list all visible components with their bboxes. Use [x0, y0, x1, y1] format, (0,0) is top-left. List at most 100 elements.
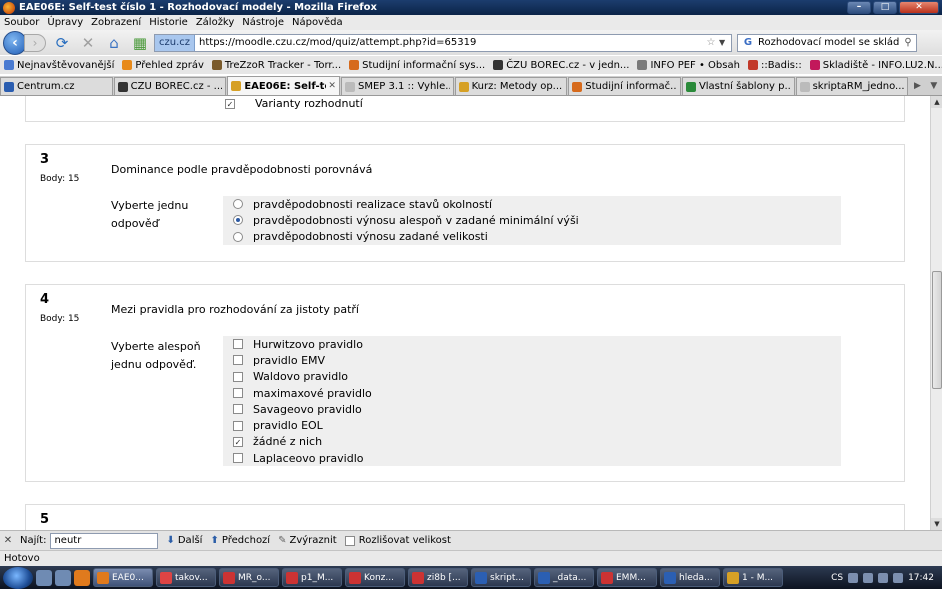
answer-radio[interactable]: [233, 199, 243, 210]
quicklaunch-explorer-icon[interactable]: [55, 569, 71, 586]
start-button[interactable]: [3, 566, 33, 589]
tab-list-icon[interactable]: ▼: [926, 77, 942, 95]
answer-option[interactable]: ✓ žádné z nich: [223, 434, 841, 450]
close-button[interactable]: ✕: [899, 1, 939, 14]
find-previous-button[interactable]: ⬆ Předchozí: [210, 535, 270, 546]
browser-tab[interactable]: Vlastní šablony p...: [681, 77, 795, 95]
bookmark-item[interactable]: Skladiště - INFO.LU2.N...: [806, 60, 942, 71]
taskbar-button[interactable]: 1 - M...: [723, 568, 783, 587]
answer-option[interactable]: pravděpodobnosti realizace stavů okolnos…: [223, 196, 841, 212]
minimize-button[interactable]: –: [847, 1, 871, 14]
menu-bookmarks[interactable]: Záložky: [192, 17, 238, 28]
tab-close-icon[interactable]: ✕: [328, 81, 336, 91]
answer-checkbox[interactable]: [233, 371, 243, 382]
scroll-up-icon[interactable]: ▲: [931, 96, 942, 108]
browser-tab[interactable]: EAE06E: Self-tes...✕: [227, 76, 340, 95]
answer-checkbox[interactable]: [233, 339, 243, 350]
taskbar-app-icon: [664, 571, 676, 584]
find-next-button[interactable]: ⬇ Další: [166, 535, 202, 546]
taskbar-label: skript...: [490, 572, 524, 583]
taskbar-button[interactable]: EMM...: [597, 568, 657, 587]
taskbar-button[interactable]: _data...: [534, 568, 594, 587]
taskbar-button[interactable]: EAE0...: [93, 568, 153, 587]
scrollbar-thumb[interactable]: [932, 271, 942, 389]
url-dropdown-icon[interactable]: ▼: [719, 38, 731, 47]
addon-icon[interactable]: ▦: [130, 33, 150, 53]
taskbar-button[interactable]: Konz...: [345, 568, 405, 587]
language-indicator[interactable]: CS: [831, 573, 843, 583]
answer-radio[interactable]: [233, 215, 243, 226]
bookmark-item[interactable]: Nejnavštěvovanější: [0, 60, 118, 71]
search-engine-icon[interactable]: G: [738, 37, 758, 48]
answer-option[interactable]: Savageovo pravidlo: [223, 401, 841, 417]
browser-tab[interactable]: Centrum.cz: [0, 77, 113, 95]
search-input[interactable]: Rozhodovací model se skládá: [758, 37, 900, 48]
tab-scroll-right-icon[interactable]: ▶: [909, 77, 925, 95]
answer-checkbox[interactable]: [233, 453, 243, 464]
bookmark-item[interactable]: ČZU BOREC.cz - v jedn...: [489, 60, 633, 71]
match-case-checkbox[interactable]: [344, 535, 355, 546]
answer-checkbox[interactable]: ✓: [233, 436, 243, 447]
browser-tab[interactable]: ČZU BOREC.cz - ...: [113, 77, 227, 95]
browser-tab[interactable]: SMEP 3.1 :: Vyhle...: [340, 77, 454, 95]
bookmark-item[interactable]: TreZzoR Tracker - Torr...: [208, 60, 345, 71]
menu-view[interactable]: Zobrazení: [87, 17, 145, 28]
bookmark-item[interactable]: Přehled zpráv: [118, 60, 207, 71]
match-case-toggle[interactable]: Rozlišovat velikost: [344, 535, 451, 546]
taskbar-button[interactable]: takov...: [156, 568, 216, 587]
close-find-icon[interactable]: ✕: [0, 535, 16, 546]
find-input[interactable]: neutr: [50, 532, 159, 549]
browser-tab[interactable]: Kurz: Metody op...: [454, 77, 568, 95]
search-bar[interactable]: G Rozhodovací model se skládá ⚲: [737, 33, 917, 52]
answer-option[interactable]: pravděpodobnosti výnosu alespoň v zadané…: [223, 212, 841, 228]
menu-tools[interactable]: Nástroje: [238, 17, 288, 28]
browser-tab[interactable]: Studijní informač...: [568, 77, 681, 95]
taskbar-button[interactable]: skript...: [471, 568, 531, 587]
volume-icon[interactable]: [893, 572, 904, 583]
taskbar-button[interactable]: p1_M...: [282, 568, 342, 587]
bookmark-item[interactable]: ::Badis::: [744, 60, 806, 71]
browser-tab[interactable]: skriptaRM_jedno...: [795, 77, 909, 95]
network-icon[interactable]: [878, 572, 889, 583]
answer-option[interactable]: Waldovo pravidlo: [223, 369, 841, 385]
vertical-scrollbar[interactable]: ▲ ▼: [930, 96, 942, 530]
menu-edit[interactable]: Úpravy: [43, 17, 87, 28]
search-icon[interactable]: ⚲: [900, 37, 916, 48]
address-bar[interactable]: czu.cz https://moodle.czu.cz/mod/quiz/at…: [154, 33, 732, 52]
answer-option[interactable]: Laplaceovo pravidlo: [223, 450, 841, 466]
site-identity-badge[interactable]: czu.cz: [155, 34, 196, 51]
maximize-button[interactable]: □: [873, 1, 897, 14]
tray-icon[interactable]: [863, 572, 874, 583]
quicklaunch-desktop-icon[interactable]: [36, 569, 52, 586]
menu-help[interactable]: Nápověda: [288, 17, 347, 28]
taskbar-button[interactable]: hleda...: [660, 568, 720, 587]
bookmark-item[interactable]: INFO PEF • Obsah: [633, 60, 743, 71]
stop-icon[interactable]: ✕: [78, 33, 98, 53]
menu-file[interactable]: Soubor: [0, 17, 43, 28]
answer-checkbox[interactable]: [233, 388, 243, 399]
tray-icon[interactable]: [848, 572, 859, 583]
quicklaunch-firefox-icon[interactable]: [74, 569, 90, 586]
url-text[interactable]: https://moodle.czu.cz/mod/quiz/attempt.p…: [195, 37, 703, 48]
answer-option[interactable]: pravidlo EOL: [223, 417, 841, 433]
menu-history[interactable]: Historie: [145, 17, 192, 28]
forward-button[interactable]: ›: [24, 33, 46, 52]
answer-checkbox[interactable]: [233, 404, 243, 415]
highlight-button[interactable]: ✎ Zvýraznit: [278, 535, 337, 546]
scroll-down-icon[interactable]: ▼: [931, 518, 942, 530]
clock[interactable]: 17:42: [908, 573, 934, 583]
answer-option[interactable]: pravděpodobnosti výnosu zadané velikosti: [223, 229, 841, 245]
answer-option[interactable]: Hurwitzovo pravidlo: [223, 336, 841, 352]
answer-checkbox[interactable]: [233, 420, 243, 431]
bookmark-star-icon[interactable]: ☆: [703, 37, 719, 48]
answer-option[interactable]: maximaxové pravidlo: [223, 385, 841, 401]
bookmark-item[interactable]: Studijní informační sys...: [345, 60, 489, 71]
answer-checkbox[interactable]: ✓: [225, 98, 235, 109]
answer-option[interactable]: pravidlo EMV: [223, 352, 841, 368]
answer-checkbox[interactable]: [233, 355, 243, 366]
reload-icon[interactable]: ⟳: [52, 33, 72, 53]
taskbar-button[interactable]: MR_o...: [219, 568, 279, 587]
home-icon[interactable]: ⌂: [104, 33, 124, 53]
taskbar-button[interactable]: zi8b [...: [408, 568, 468, 587]
answer-radio[interactable]: [233, 231, 243, 242]
